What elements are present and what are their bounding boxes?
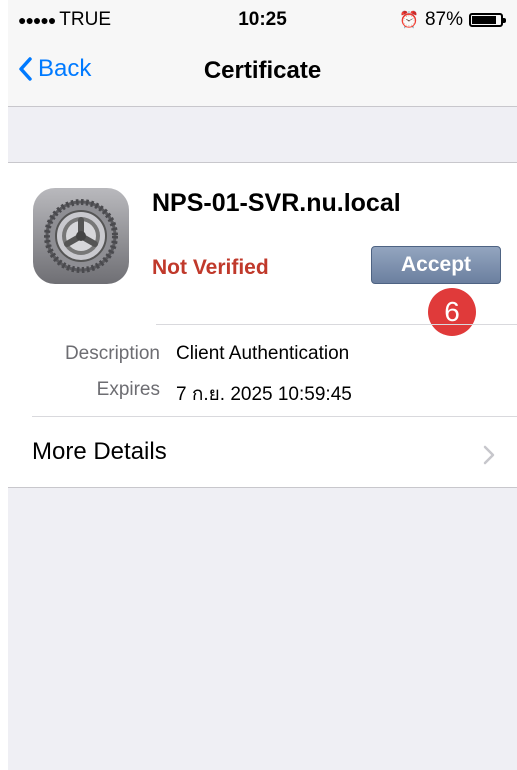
page-title: Certificate [203, 57, 322, 84]
divider [156, 324, 517, 325]
alarm-icon: ⏰ [399, 12, 419, 29]
battery-icon [469, 13, 506, 27]
detail-row-description: Description Client Authentication [8, 343, 517, 367]
step-number-badge: 6 [428, 288, 476, 336]
certificate-name: NPS-01-SVR.nu.local [152, 189, 401, 217]
battery-area: ⏰ 87% [399, 9, 506, 31]
accept-button[interactable]: Accept [371, 246, 501, 284]
certificate-card: NPS-01-SVR.nu.local Not Verified Accept … [8, 162, 517, 488]
detail-label: Description [64, 343, 160, 364]
detail-label: Expires [96, 379, 160, 400]
detail-value: 7 ก.ย. 2025 10:59:45 [176, 384, 352, 405]
battery-percent: 87% [424, 9, 463, 30]
verification-status: Not Verified [152, 256, 269, 279]
settings-gear-icon [33, 188, 129, 284]
detail-value: Client Authentication [176, 343, 350, 364]
chevron-right-icon [483, 445, 495, 465]
status-bar: ●●●●● TRUE 10:25 ⏰ 87% [8, 0, 517, 40]
detail-row-expires: Expires 7 ก.ย. 2025 10:59:45 [8, 379, 517, 405]
divider [32, 416, 517, 417]
more-details-row[interactable]: More Details [32, 438, 167, 466]
navigation-bar: Back Certificate [8, 40, 517, 107]
screen: ●●●●● TRUE 10:25 ⏰ 87% Back Certificate [8, 0, 517, 770]
